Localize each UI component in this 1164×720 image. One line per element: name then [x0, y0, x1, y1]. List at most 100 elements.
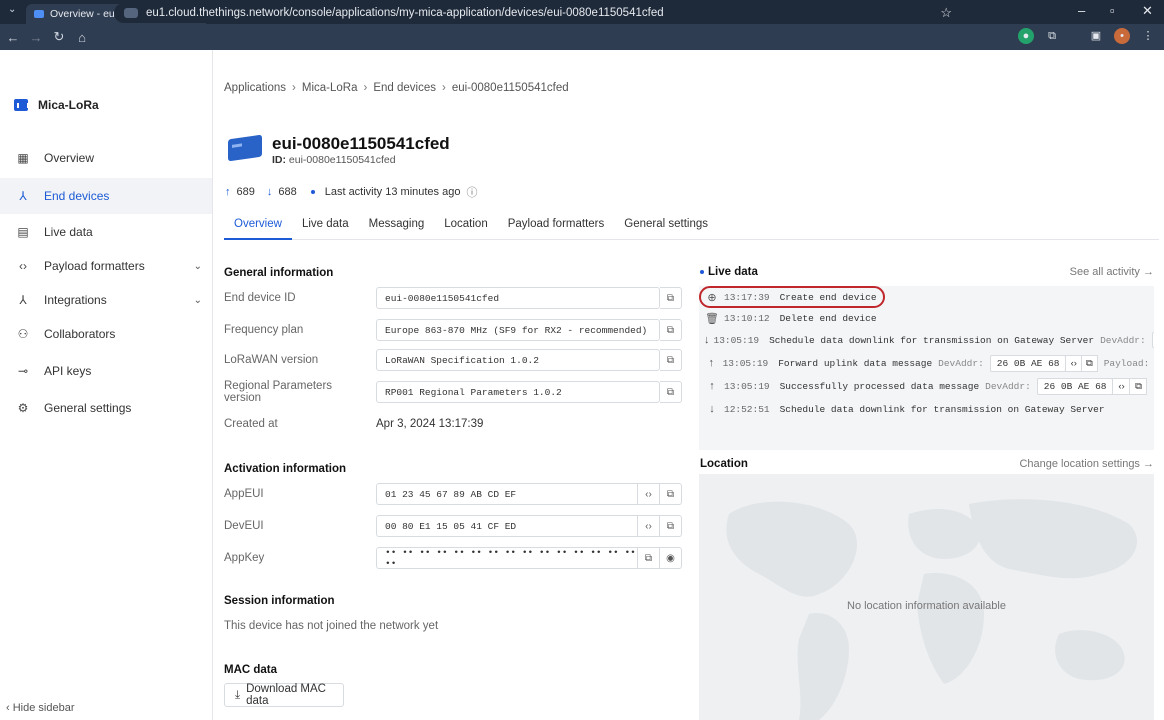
payload-brace: { [1153, 358, 1154, 369]
tab-location[interactable]: Location [434, 210, 497, 240]
toggle-format-icon[interactable]: ‹› [638, 483, 660, 505]
address-bar[interactable]: eu1.cloud.thethings.network/console/appl… [114, 3, 964, 23]
copy-icon[interactable]: ⧉ [660, 349, 682, 371]
device-id-value: eui-0080e1150541cfed [288, 154, 396, 166]
event-text: Successfully processed data message [779, 380, 980, 392]
field-label: DevEUI [224, 520, 264, 532]
change-location-link[interactable]: Change location settings → [1019, 458, 1154, 470]
breadcrumb-separator-icon: › [292, 82, 296, 94]
event-time: 12:52:51 [724, 403, 770, 415]
list-item[interactable]: ↓ 12:52:51 Schedule data downlink for tr… [699, 399, 1154, 419]
location-heading: Location [700, 458, 748, 470]
close-window-icon[interactable]: ✕ [1142, 3, 1153, 19]
home-icon[interactable]: ⌂ [72, 30, 92, 45]
devaddr-chip[interactable]: 26 0B AE 68 [1036, 377, 1114, 395]
extension-green-icon[interactable]: ● [1018, 28, 1034, 44]
grid-icon: ▦ [17, 151, 29, 165]
show-eye-icon[interactable]: ◉ [660, 547, 682, 569]
gear-icon: ⚙ [17, 401, 29, 415]
hide-sidebar-button[interactable]: ‹ Hide sidebar [6, 702, 75, 714]
sidebar-item-end-devices[interactable]: ⅄ End devices [0, 178, 212, 214]
download-icon: ⤓ [235, 688, 241, 701]
tab-messaging[interactable]: Messaging [359, 210, 435, 240]
list-item[interactable]: ↑ 13:05:19 Successfully processed data m… [699, 376, 1154, 396]
mac-heading: MAC data [224, 664, 278, 676]
sidebar-item-general-settings[interactable]: ⚙ General settings [0, 390, 212, 426]
breadcrumb-application[interactable]: Mica-LoRa [302, 82, 358, 94]
breadcrumb-applications[interactable]: Applications [224, 82, 286, 94]
field-label: End device ID [224, 292, 296, 304]
field-lorawan-version: LoRaWAN version LoRaWAN Specification 1.… [224, 348, 684, 372]
back-icon[interactable]: ← [3, 30, 23, 45]
copy-icon[interactable]: ⧉ [660, 381, 682, 403]
deveui-value[interactable]: 00 80 E1 15 05 41 CF ED [376, 515, 638, 537]
tab-general-settings[interactable]: General settings [614, 210, 718, 240]
browser-menu-icon[interactable]: ⋮ [1140, 28, 1156, 44]
page-title: eui-0080e1150541cfed [272, 134, 450, 153]
toggle-format-icon[interactable]: ‹› [1065, 354, 1083, 372]
toggle-format-icon[interactable]: ‹› [1112, 377, 1131, 395]
sidebar-item-overview[interactable]: ▦ Overview [0, 140, 212, 176]
toggle-format-icon[interactable]: ‹› [638, 515, 660, 537]
breadcrumb-separator-icon: › [363, 82, 368, 94]
download-mac-label: Download MAC data [246, 683, 326, 707]
minimize-icon[interactable]: – [1078, 3, 1085, 18]
tab-live-data[interactable]: Live data [292, 210, 359, 240]
device-id: ID: eui-0080e1150541cfed [272, 154, 396, 166]
see-all-activity-link[interactable]: See all activity → [1070, 266, 1154, 278]
location-header: Location Change location settings → [700, 458, 1154, 470]
copy-icon[interactable]: ⧉ [1129, 377, 1148, 395]
breadcrumb-device: eui-0080e1150541cfed [451, 82, 569, 94]
field-deveui: DevEUI 00 80 E1 15 05 41 CF ED ‹› ⧉ [224, 514, 684, 538]
live-data-heading: Live data [700, 266, 758, 278]
breadcrumb-end-devices[interactable]: End devices [373, 82, 436, 94]
tab-payload-formatters[interactable]: Payload formatters [498, 210, 615, 240]
no-location-message: No location information available [847, 600, 1006, 612]
devaddr-chip[interactable]: 26 0B AE 68 [989, 354, 1067, 372]
profile-avatar-icon[interactable]: • [1114, 28, 1130, 44]
field-label: AppEUI [224, 488, 264, 500]
download-mac-button[interactable]: ⤓ Download MAC data [224, 683, 344, 707]
sidebar-item-live-data[interactable]: ▤ Live data [0, 214, 212, 250]
reload-icon[interactable]: ↻ [49, 29, 69, 45]
copy-icon[interactable]: ⧉ [660, 287, 682, 309]
copy-icon[interactable]: ⧉ [660, 483, 682, 505]
brand[interactable]: Mica-LoRa [14, 98, 99, 112]
list-item[interactable]: ↓ 13:05:19 Schedule data downlink for tr… [699, 330, 1154, 350]
appkey-value[interactable]: •• •• •• •• •• •• •• •• •• •• •• •• •• •… [376, 547, 638, 569]
live-data-panel: ⊕ 13:17:39 Create end device 🗑 13:10:12 … [699, 286, 1154, 450]
tab-search-icon[interactable]: ⌄ [8, 4, 16, 15]
event-text: Schedule data downlink for transmission … [769, 334, 1095, 346]
sidebar-item-api-keys[interactable]: ⊸ API keys [0, 353, 212, 389]
help-icon[interactable]: ⓘ [466, 184, 477, 200]
bookmark-star-icon[interactable]: ☆ [940, 5, 952, 21]
side-panel-icon[interactable]: ▣ [1088, 28, 1104, 44]
copy-icon[interactable]: ⧉ [1081, 354, 1098, 372]
copy-icon[interactable]: ⧉ [660, 515, 682, 537]
appeui-value[interactable]: 01 23 45 67 89 AB CD EF [376, 483, 638, 505]
sidebar-item-collaborators[interactable]: ⚇ Collaborators [0, 316, 212, 352]
frequency-plan-value[interactable]: Europe 863-870 MHz (SF9 for RX2 - recomm… [376, 319, 660, 341]
copy-icon[interactable]: ⧉ [638, 547, 660, 569]
sidebar-item-label: Integrations [44, 293, 107, 307]
field-created-at: Created at Apr 3, 2024 13:17:39 [224, 412, 684, 436]
live-dot-icon [700, 269, 704, 274]
sidebar-item-payload-formatters[interactable]: ‹› Payload formatters ⌄ [0, 248, 212, 284]
copy-icon[interactable]: ⧉ [660, 319, 682, 341]
tab-overview[interactable]: Overview [224, 210, 292, 240]
restore-icon[interactable]: ▫ [1110, 3, 1115, 18]
event-time: 13:05:19 [722, 357, 769, 369]
chevron-down-icon: ⌄ [193, 260, 202, 272]
live-data-header: Live data See all activity → [700, 266, 1154, 278]
site-info-icon[interactable] [124, 8, 138, 18]
code-icon: ‹› [19, 259, 27, 273]
location-map[interactable]: No location information available [699, 474, 1154, 720]
list-item[interactable]: ↑ 13:05:19 Forward uplink data message D… [699, 353, 1154, 373]
lorawan-version-value[interactable]: LoRaWAN Specification 1.0.2 [376, 349, 660, 371]
end-device-id-value[interactable]: eui-0080e1150541cfed [376, 287, 660, 309]
list-item[interactable]: 🗑 13:10:12 Delete end device [699, 308, 1154, 328]
forward-icon[interactable]: → [26, 30, 46, 45]
regional-parameters-value[interactable]: RP001 Regional Parameters 1.0.2 [376, 381, 660, 403]
sidebar-item-integrations[interactable]: ⅄ Integrations ⌄ [0, 282, 212, 318]
extensions-puzzle-icon[interactable]: ⧉ [1044, 28, 1060, 44]
